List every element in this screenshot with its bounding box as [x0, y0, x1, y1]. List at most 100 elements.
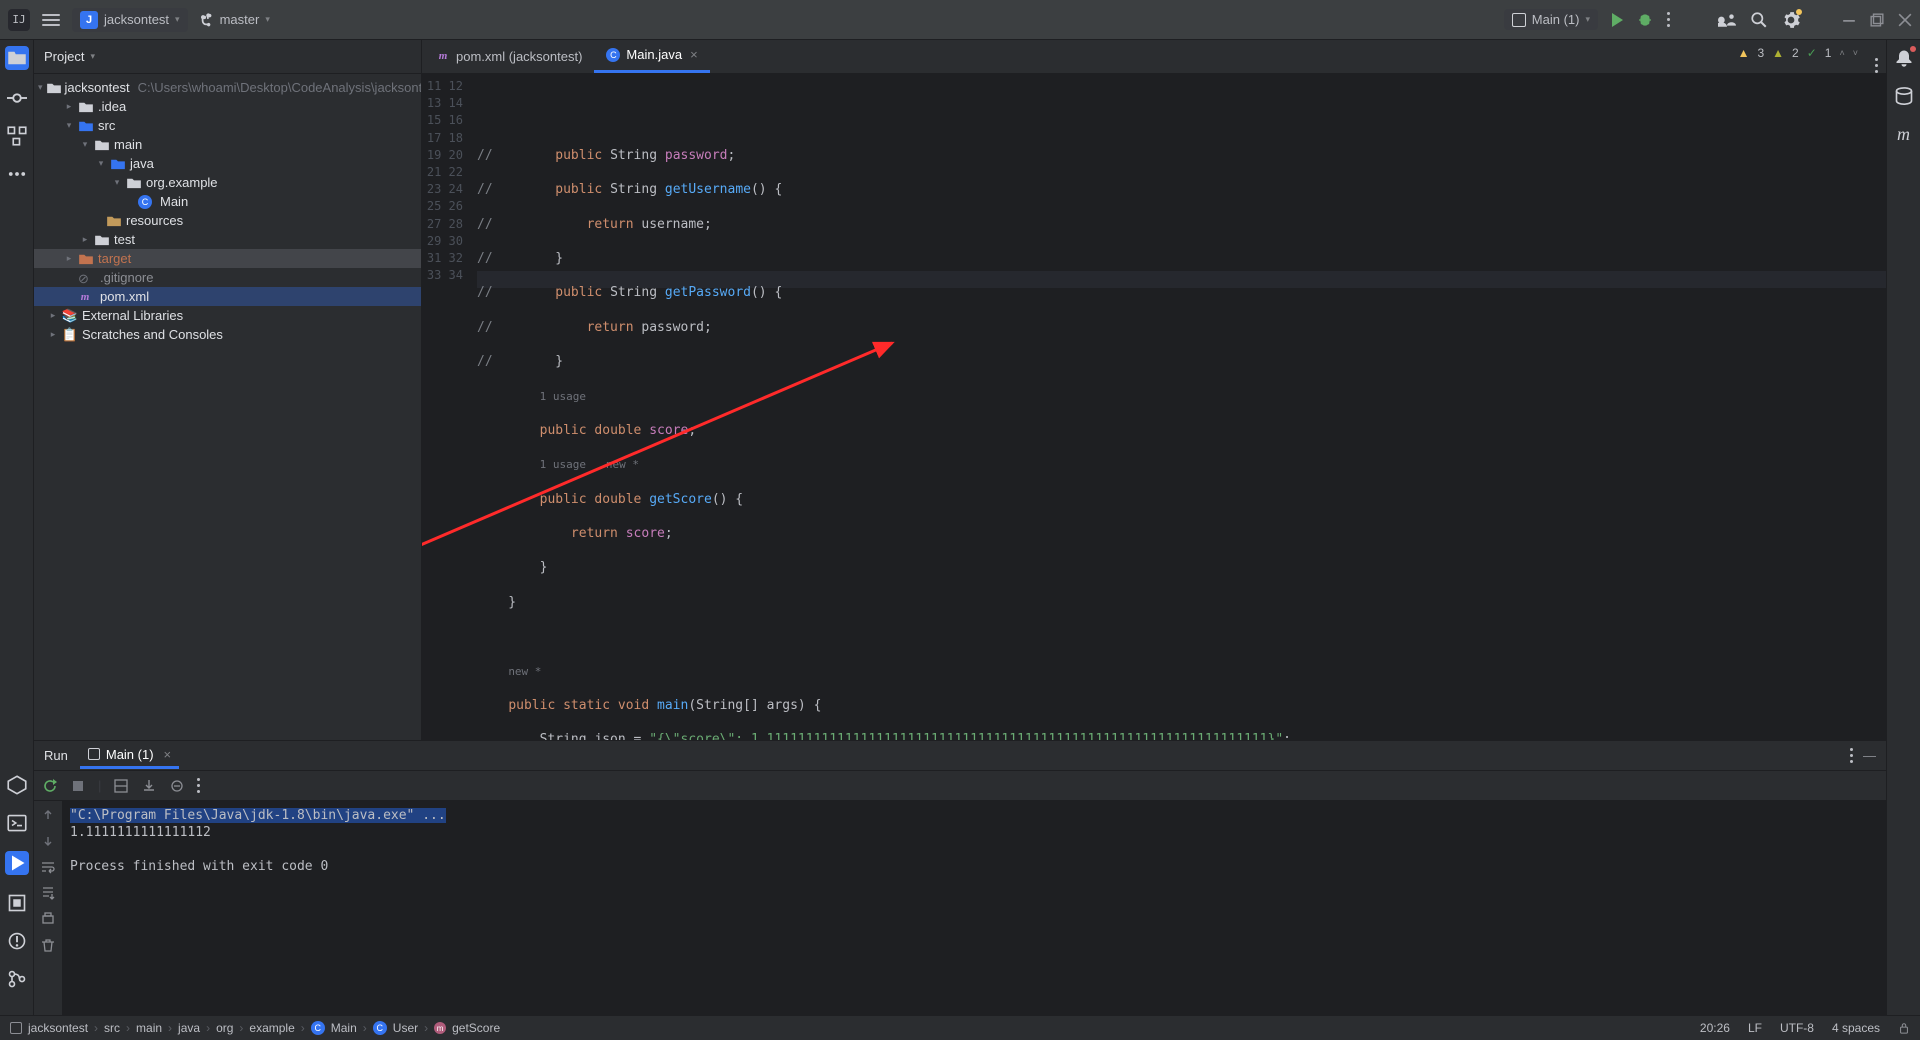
editor-tab-main[interactable]: C Main.java ×: [594, 39, 709, 73]
down-icon[interactable]: [40, 833, 56, 849]
code-with-me-icon[interactable]: [1718, 11, 1736, 29]
class-icon: C: [311, 1021, 325, 1035]
chevron-down-icon[interactable]: ˅: [1853, 48, 1858, 58]
crumb[interactable]: java: [178, 1021, 200, 1035]
tree-item[interactable]: ▾main: [34, 135, 421, 154]
inspections-widget[interactable]: ▲3 ▲2 ✓1 ˄ ˅: [1738, 46, 1858, 60]
crumb[interactable]: getScore: [452, 1021, 500, 1035]
hide-panel-button[interactable]: —: [1863, 748, 1876, 763]
right-tool-rail: m: [1886, 40, 1920, 1015]
crumb[interactable]: src: [104, 1021, 120, 1035]
window-close-button[interactable]: [1898, 13, 1912, 27]
tree-item[interactable]: ▾org.example: [34, 173, 421, 192]
run-panel-menu[interactable]: [1850, 748, 1853, 763]
project-tool-button[interactable]: [5, 46, 29, 70]
tree-label: target: [98, 251, 131, 266]
crumb[interactable]: User: [393, 1021, 418, 1035]
run-config-selector[interactable]: Main (1) ▾: [1504, 9, 1598, 30]
console-output[interactable]: "C:\Program Files\Java\jdk-1.8\bin\java.…: [62, 801, 1886, 1015]
structure-tool-button[interactable]: [7, 126, 27, 146]
tree-root[interactable]: ▾ jacksontest C:\Users\whoami\Desktop\Co…: [34, 78, 421, 97]
titlebar: IJ J jacksontest ▾ master ▾ Main (1) ▾: [0, 0, 1920, 40]
export-button[interactable]: [141, 778, 157, 794]
terminal-tool-button[interactable]: [7, 813, 27, 833]
breadcrumb-project-icon: [10, 1022, 22, 1034]
run-tab[interactable]: Main (1) ×: [80, 743, 179, 769]
tree-item[interactable]: ▸target: [34, 249, 421, 268]
ide-logo: IJ: [8, 9, 30, 31]
close-tab-icon[interactable]: ×: [690, 47, 698, 62]
chevron-down-icon: ▾: [175, 14, 180, 25]
project-selector[interactable]: J jacksontest ▾: [72, 8, 188, 32]
debug-button[interactable]: [1637, 12, 1653, 28]
tree-item[interactable]: ▸📚External Libraries: [34, 306, 421, 325]
maven-tool-button[interactable]: m: [1894, 124, 1914, 144]
chevron-up-icon[interactable]: ˄: [1839, 48, 1844, 58]
notifications-button[interactable]: [1894, 48, 1914, 68]
tree-item[interactable]: ▾src: [34, 116, 421, 135]
line-separator[interactable]: LF: [1748, 1021, 1762, 1035]
tree-item[interactable]: ▾java: [34, 154, 421, 173]
chevron-down-icon: ▾: [265, 14, 270, 25]
problems-tool-button[interactable]: [7, 931, 27, 951]
project-tree[interactable]: ▾ jacksontest C:\Users\whoami\Desktop\Co…: [34, 74, 421, 348]
print-icon[interactable]: [40, 911, 56, 927]
tree-label: java: [130, 156, 154, 171]
stop-button[interactable]: [70, 778, 86, 794]
more-tool-button[interactable]: [7, 164, 27, 184]
soft-wrap-icon[interactable]: [40, 859, 56, 875]
crumb[interactable]: example: [249, 1021, 294, 1035]
left-tool-rail: [0, 40, 34, 1015]
main-menu-button[interactable]: [42, 14, 60, 26]
warning-icon: ▲: [1738, 46, 1750, 60]
tree-item[interactable]: ⊘.gitignore: [34, 268, 421, 287]
services-tool-button[interactable]: [7, 775, 27, 795]
tree-label: test: [114, 232, 135, 247]
tree-item[interactable]: ▸.idea: [34, 97, 421, 116]
run-config-name: Main (1): [1532, 12, 1580, 27]
editor-tab-pom[interactable]: m pom.xml (jacksontest): [424, 39, 594, 73]
crumb[interactable]: org: [216, 1021, 233, 1035]
scroll-to-end-icon[interactable]: [40, 885, 56, 901]
tree-item[interactable]: ▸test: [34, 230, 421, 249]
crumb[interactable]: jacksontest: [28, 1021, 88, 1035]
tree-item[interactable]: resources: [34, 211, 421, 230]
tab-label: Main.java: [626, 47, 682, 62]
run-tool-button[interactable]: [5, 851, 29, 875]
code-area[interactable]: // public String password; // public Str…: [469, 74, 1886, 740]
run-tab-label: Main (1): [106, 747, 154, 762]
vcs-branch[interactable]: master ▾: [200, 12, 270, 27]
editor-tabs-menu[interactable]: [1875, 58, 1878, 73]
vcs-tool-button[interactable]: [7, 969, 27, 989]
tree-item[interactable]: CMain: [34, 192, 421, 211]
search-everywhere-icon[interactable]: [1750, 11, 1768, 29]
build-tool-button[interactable]: [7, 893, 27, 913]
file-encoding[interactable]: UTF-8: [1780, 1021, 1814, 1035]
scratch-icon: 📋: [62, 328, 78, 342]
caret-position[interactable]: 20:26: [1700, 1021, 1730, 1035]
layout-button[interactable]: [113, 778, 129, 794]
breadcrumbs[interactable]: jacksontest› src› main› java› org› examp…: [28, 1021, 500, 1035]
more-actions-button[interactable]: [1667, 12, 1670, 27]
run-toolbar: |: [34, 771, 1886, 801]
crumb[interactable]: Main: [331, 1021, 357, 1035]
settings-icon[interactable]: [1782, 11, 1800, 29]
tree-item-selected[interactable]: mpom.xml: [34, 287, 421, 306]
database-tool-button[interactable]: [1894, 86, 1914, 106]
up-icon[interactable]: [40, 807, 56, 823]
indent-info[interactable]: 4 spaces: [1832, 1021, 1880, 1035]
class-icon: C: [373, 1021, 387, 1035]
crumb[interactable]: main: [136, 1021, 162, 1035]
run-button[interactable]: [1612, 13, 1623, 27]
commit-tool-button[interactable]: [7, 88, 27, 108]
rerun-button[interactable]: [42, 778, 58, 794]
readonly-lock-icon[interactable]: [1898, 1022, 1910, 1034]
close-tab-icon[interactable]: ×: [164, 747, 172, 762]
chevron-down-icon[interactable]: ▾: [90, 51, 95, 62]
tree-item[interactable]: ▸📋Scratches and Consoles: [34, 325, 421, 344]
run-toolbar-more[interactable]: [197, 778, 200, 793]
window-minimize-button[interactable]: [1842, 13, 1856, 27]
window-restore-button[interactable]: [1870, 13, 1884, 27]
filter-button[interactable]: [169, 778, 185, 794]
clear-icon[interactable]: [40, 937, 56, 953]
